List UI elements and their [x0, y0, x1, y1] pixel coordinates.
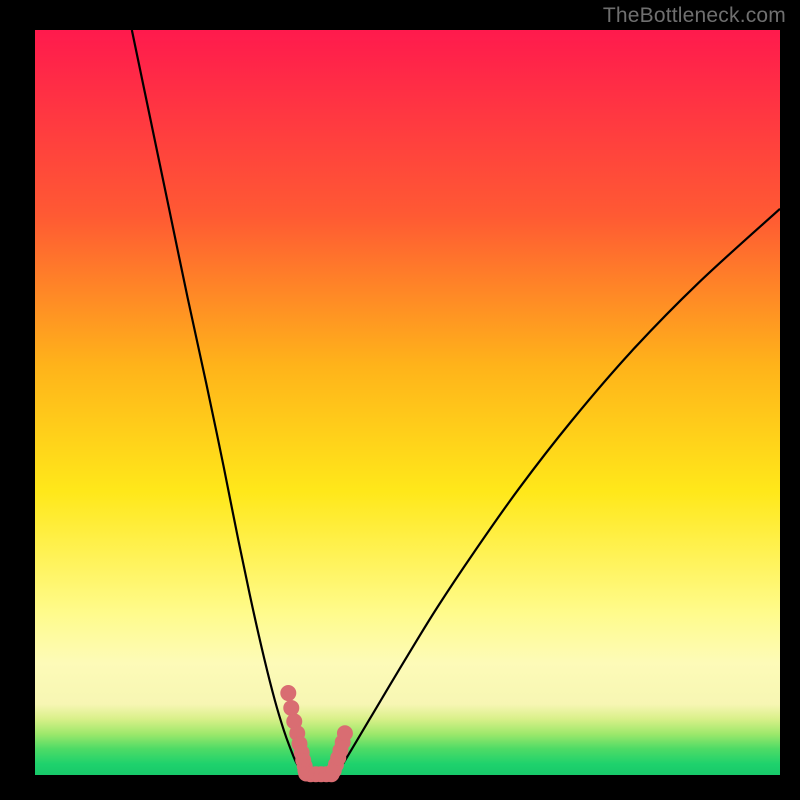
- marker-dot: [337, 726, 352, 741]
- marker-dot: [284, 700, 299, 715]
- watermark-text: TheBottleneck.com: [603, 4, 786, 28]
- bottleneck-chart: [0, 0, 800, 800]
- marker-dot: [281, 686, 296, 701]
- chart-stage: TheBottleneck.com: [0, 0, 800, 800]
- plot-background: [35, 30, 780, 775]
